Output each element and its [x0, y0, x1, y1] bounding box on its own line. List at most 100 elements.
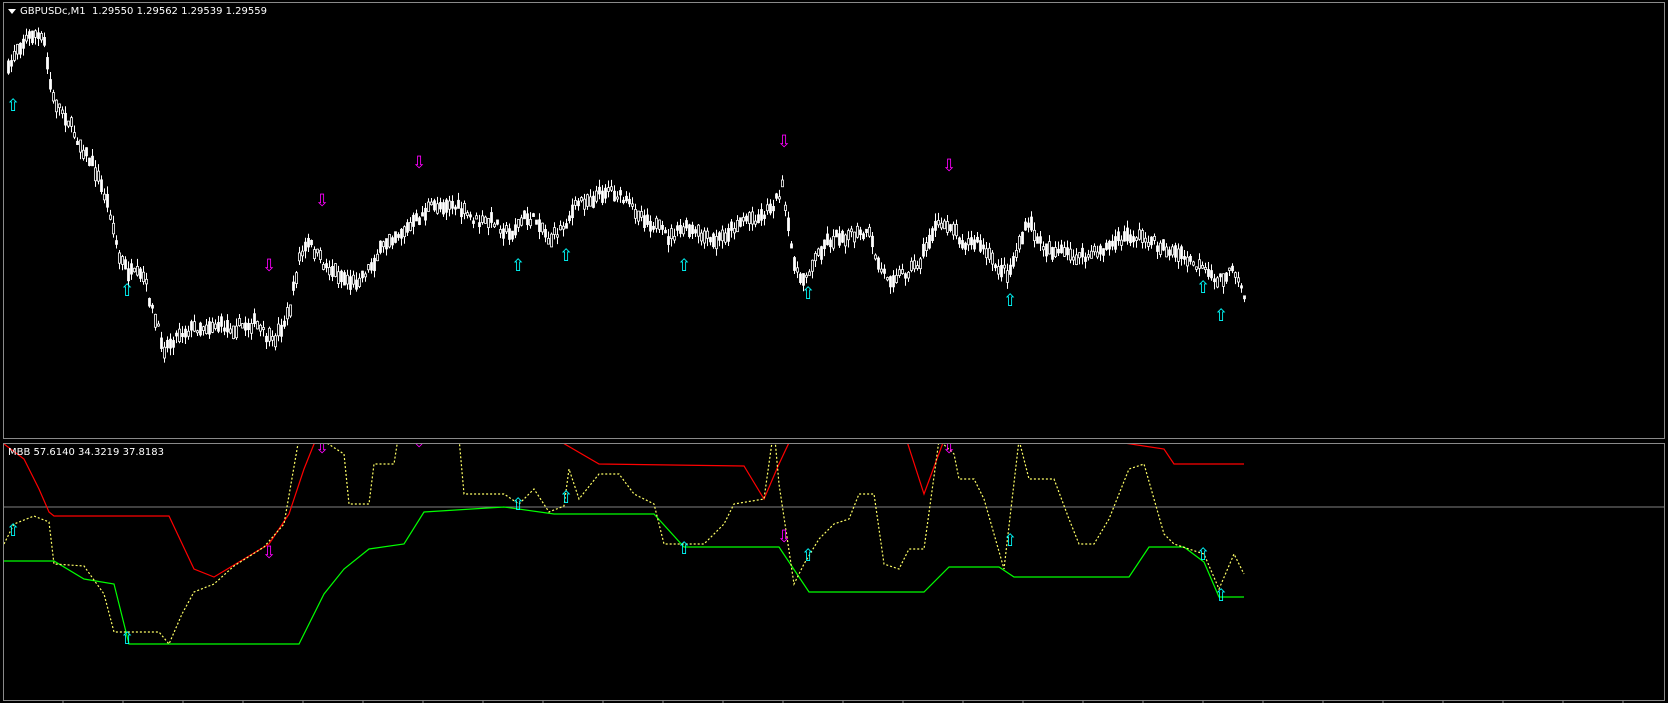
candle-body [472, 220, 475, 224]
candle-body [517, 219, 520, 228]
candle-body [1189, 255, 1192, 262]
indicator-canvas[interactable]: ⇧ ⇧ ⇧ ⇧ ⇧ ⇧ ⇧ ⇧ ⇧ ⇩ ⇩ ⇩ ⇩ ⇩ [4, 444, 1664, 700]
candle-body [1237, 277, 1240, 283]
candle-body [415, 213, 418, 222]
candle-body [82, 149, 85, 159]
up-arrow-outline-icon: ⇧ [677, 256, 691, 276]
candle-body [712, 233, 715, 248]
candle-body [37, 32, 40, 39]
candle-body [352, 274, 355, 285]
candle-body [1213, 278, 1216, 283]
candle-body [853, 231, 856, 243]
candle-body [1090, 250, 1093, 259]
candle-body [439, 202, 442, 210]
up-arrow-outline-icon: ⇧ [6, 96, 20, 116]
up-arrow-outline-icon: ⇧ [801, 546, 815, 566]
candle-body [532, 213, 535, 217]
candle-body [697, 224, 700, 237]
candle-body [1006, 270, 1009, 283]
candle-body [475, 215, 478, 220]
candle-body [862, 233, 865, 240]
candle-body [19, 42, 22, 55]
candle-body [277, 323, 280, 337]
candle-body [238, 318, 241, 327]
candle-body [430, 201, 433, 206]
candle-body [1174, 245, 1177, 258]
candle-body [913, 260, 916, 270]
candle-body [571, 204, 574, 219]
candle-body [16, 43, 19, 55]
candle-body [772, 206, 775, 212]
symbol-label[interactable]: GBPUSDc,M1 1.29550 1.29562 1.29539 1.295… [8, 6, 267, 17]
candle-body [460, 208, 463, 218]
candle-body [526, 213, 529, 226]
candle-body [268, 327, 271, 342]
candle-body [307, 237, 310, 248]
candle-body [139, 268, 142, 279]
candle-body [994, 264, 997, 269]
candle-body [1222, 273, 1225, 287]
candle-body [1126, 227, 1129, 242]
price-chart-canvas[interactable]: ⇧⇧⇧ ⇧ ⇧⇧ ⇧⇧⇧⇩⇩⇩⇩⇩ [4, 3, 1664, 438]
indicator-pane[interactable]: MBB 57.6140 34.3219 37.8183 ⇧ ⇧ ⇧ ⇧ ⇧ ⇧ ⇧ ⇧ ⇧ ⇩ ⇩ ⇩… [3, 443, 1665, 701]
candle-body [544, 229, 547, 238]
candle-body [235, 325, 238, 339]
candle-body [547, 237, 550, 245]
signal-arrows: ⇧⇧⇧ ⇧ ⇧⇧ ⇧⇧⇧⇩⇩⇩⇩⇩ [6, 96, 1228, 326]
candle-body [28, 31, 31, 39]
candle-body [199, 322, 202, 336]
candle-body [778, 196, 781, 200]
candle-body [1063, 247, 1066, 257]
candle-body [688, 224, 691, 237]
candle-body [1036, 236, 1039, 244]
candle-body [574, 200, 577, 206]
candle-body [334, 263, 337, 277]
triangle-down-icon[interactable] [8, 8, 16, 14]
candle-body [301, 250, 304, 257]
candle-body [373, 257, 376, 272]
up-arrow-outline-icon: ⇧ [1003, 291, 1017, 311]
down-arrow-outline-icon: ⇩ [412, 153, 426, 173]
candle-body [1075, 254, 1078, 265]
candle-body [1219, 273, 1222, 278]
candle-body [1021, 231, 1024, 245]
candle-body [244, 322, 247, 331]
candle-body [925, 242, 928, 252]
candle-body [655, 217, 658, 229]
candle-body [1066, 247, 1069, 256]
candle-body [184, 328, 187, 338]
candle-body [646, 214, 649, 225]
candle-body [601, 190, 604, 203]
candle-body [796, 267, 799, 273]
candle-body [1078, 252, 1081, 259]
candle-body [457, 199, 460, 209]
candle-body [25, 34, 28, 42]
candle-body [433, 200, 436, 211]
candle-body [1081, 247, 1084, 258]
candle-body [661, 224, 664, 230]
candle-body [595, 190, 598, 202]
candle-body [1180, 246, 1183, 259]
candle-body [910, 260, 913, 271]
candle-body [535, 219, 538, 225]
down-arrow-outline-icon: ⇩ [262, 543, 276, 563]
candle-body [226, 320, 229, 333]
up-arrow-outline-icon: ⇧ [6, 521, 20, 541]
candle-body [322, 264, 325, 270]
candle-body [568, 215, 571, 222]
candle-body [751, 211, 754, 225]
candle-body [718, 232, 721, 241]
candle-body [346, 274, 349, 285]
candle-body [970, 237, 973, 246]
candle-body [355, 279, 358, 290]
candle-body [955, 224, 958, 237]
candle-body [907, 271, 910, 279]
candle-body [973, 239, 976, 250]
candle-body [493, 223, 496, 228]
candle-body [1072, 256, 1075, 261]
candle-body [211, 321, 214, 333]
candle-body [109, 214, 112, 220]
candle-body [988, 247, 991, 260]
price-chart-pane[interactable]: GBPUSDc,M1 1.29550 1.29562 1.29539 1.295… [3, 2, 1665, 439]
up-arrow-outline-icon: ⇧ [120, 629, 134, 649]
